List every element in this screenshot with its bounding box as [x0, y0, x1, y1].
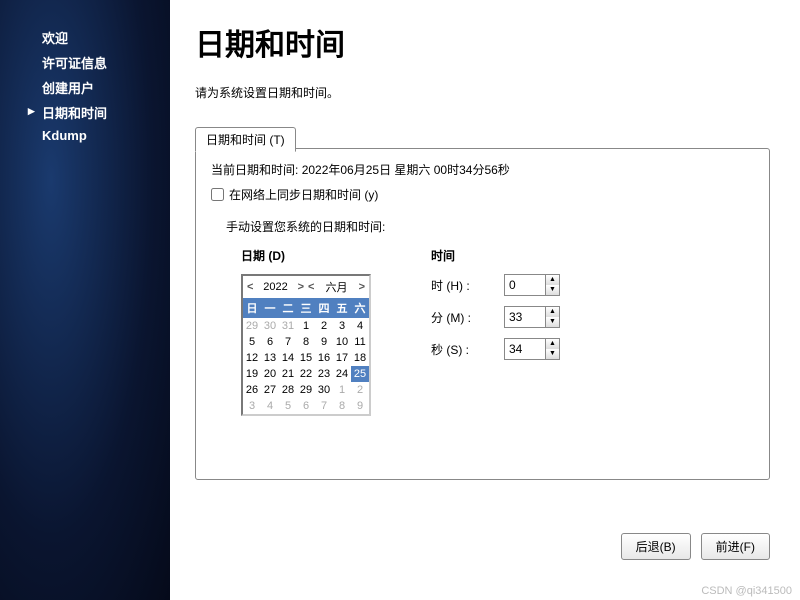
calendar-day[interactable]: 4 [261, 398, 279, 414]
minute-input[interactable] [505, 307, 545, 327]
forward-button[interactable]: 前进(F) [701, 533, 770, 560]
calendar-day[interactable]: 11 [351, 334, 369, 350]
sync-network-label: 在网络上同步日期和时间 (y) [229, 186, 378, 203]
current-datetime: 当前日期和时间: 2022年06月25日 星期六 00时34分56秒 [211, 161, 754, 178]
sidebar: 欢迎 许可证信息 创建用户 日期和时间 Kdump [0, 0, 170, 600]
calendar-day[interactable]: 5 [279, 398, 297, 414]
calendar-day[interactable]: 8 [297, 334, 315, 350]
time-label: 时间 [431, 247, 560, 264]
calendar-day[interactable]: 19 [243, 366, 261, 382]
sidebar-item-kdump[interactable]: Kdump [0, 125, 170, 146]
calendar-day[interactable]: 2 [315, 318, 333, 334]
calendar-dow: 五 [333, 298, 351, 318]
calendar-day[interactable]: 1 [333, 382, 351, 398]
sidebar-item-create-user[interactable]: 创建用户 [0, 75, 170, 100]
calendar-day[interactable]: 1 [297, 318, 315, 334]
hour-down-icon[interactable]: ▼ [546, 285, 559, 295]
tab-container: 日期和时间 (T) 当前日期和时间: 2022年06月25日 星期六 00时34… [195, 148, 770, 480]
calendar-day[interactable]: 2 [351, 382, 369, 398]
calendar-day[interactable]: 18 [351, 350, 369, 366]
calendar-day[interactable]: 7 [279, 334, 297, 350]
calendar-day[interactable]: 28 [279, 382, 297, 398]
calendar-day[interactable]: 6 [261, 334, 279, 350]
month-prev-icon[interactable]: < [306, 281, 316, 293]
hour-label: 时 (H) : [431, 277, 496, 294]
calendar-day[interactable]: 8 [333, 398, 351, 414]
main-panel: 日期和时间 请为系统设置日期和时间。 日期和时间 (T) 当前日期和时间: 20… [170, 0, 800, 600]
sidebar-item-license[interactable]: 许可证信息 [0, 50, 170, 75]
current-dt-value: 2022年06月25日 星期六 00时34分56秒 [302, 163, 510, 177]
hour-up-icon[interactable]: ▲ [546, 275, 559, 285]
minute-spinner[interactable]: ▲▼ [504, 306, 560, 328]
calendar-day[interactable]: 26 [243, 382, 261, 398]
calendar-day[interactable]: 14 [279, 350, 297, 366]
calendar-day[interactable]: 12 [243, 350, 261, 366]
calendar-day[interactable]: 3 [333, 318, 351, 334]
calendar-month[interactable]: 六月 [316, 279, 356, 295]
calendar-dow: 六 [351, 298, 369, 318]
calendar-day[interactable]: 31 [279, 318, 297, 334]
calendar-dow: 日 [243, 298, 261, 318]
calendar-day[interactable]: 21 [279, 366, 297, 382]
year-prev-icon[interactable]: < [245, 281, 255, 293]
min-up-icon[interactable]: ▲ [546, 307, 559, 317]
calendar-day[interactable]: 25 [351, 366, 369, 382]
instruction-text: 请为系统设置日期和时间。 [195, 84, 770, 101]
calendar-day[interactable]: 9 [315, 334, 333, 350]
current-dt-label: 当前日期和时间: [211, 163, 298, 177]
calendar-day[interactable]: 23 [315, 366, 333, 382]
calendar-day[interactable]: 24 [333, 366, 351, 382]
second-spinner[interactable]: ▲▼ [504, 338, 560, 360]
sidebar-item-date-time[interactable]: 日期和时间 [0, 100, 170, 125]
calendar-day[interactable]: 30 [315, 382, 333, 398]
calendar-day[interactable]: 27 [261, 382, 279, 398]
month-next-icon[interactable]: > [357, 281, 367, 293]
calendar-day[interactable]: 7 [315, 398, 333, 414]
calendar-day[interactable]: 10 [333, 334, 351, 350]
sync-network-checkbox[interactable] [211, 188, 224, 201]
calendar-day[interactable]: 13 [261, 350, 279, 366]
calendar-year[interactable]: 2022 [255, 281, 295, 293]
calendar-day[interactable]: 15 [297, 350, 315, 366]
sec-down-icon[interactable]: ▼ [546, 349, 559, 359]
calendar-day[interactable]: 5 [243, 334, 261, 350]
year-next-icon[interactable]: > [296, 281, 306, 293]
watermark: CSDN @qi341500 [701, 585, 792, 597]
calendar-day[interactable]: 17 [333, 350, 351, 366]
sec-up-icon[interactable]: ▲ [546, 339, 559, 349]
hour-spinner[interactable]: ▲▼ [504, 274, 560, 296]
hour-input[interactable] [505, 275, 545, 295]
calendar-dow: 四 [315, 298, 333, 318]
page-title: 日期和时间 [195, 20, 770, 64]
calendar-day[interactable]: 29 [297, 382, 315, 398]
calendar-dow: 二 [279, 298, 297, 318]
calendar-day[interactable]: 22 [297, 366, 315, 382]
calendar-day[interactable]: 30 [261, 318, 279, 334]
minute-label: 分 (M) : [431, 309, 496, 326]
calendar-day[interactable]: 20 [261, 366, 279, 382]
calendar-day[interactable]: 16 [315, 350, 333, 366]
calendar-day[interactable]: 3 [243, 398, 261, 414]
min-down-icon[interactable]: ▼ [546, 317, 559, 327]
tab-date-time[interactable]: 日期和时间 (T) [195, 127, 296, 152]
second-input[interactable] [505, 339, 545, 359]
second-label: 秒 (S) : [431, 341, 496, 358]
calendar-day[interactable]: 4 [351, 318, 369, 334]
calendar-day[interactable]: 29 [243, 318, 261, 334]
calendar-dow: 一 [261, 298, 279, 318]
back-button[interactable]: 后退(B) [621, 533, 691, 560]
calendar-day[interactable]: 6 [297, 398, 315, 414]
calendar-dow: 三 [297, 298, 315, 318]
sidebar-item-welcome[interactable]: 欢迎 [0, 25, 170, 50]
calendar[interactable]: < 2022 > < 六月 > 日一二三四五六29303112345678910… [241, 274, 371, 416]
manual-set-label: 手动设置您系统的日期和时间: [226, 218, 754, 235]
date-label: 日期 (D) [241, 247, 371, 264]
calendar-day[interactable]: 9 [351, 398, 369, 414]
